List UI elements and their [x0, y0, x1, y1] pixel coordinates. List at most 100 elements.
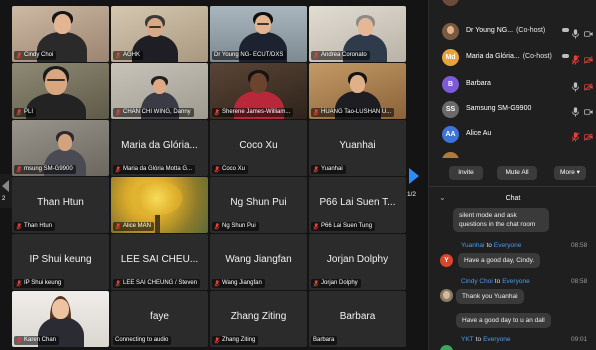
participant-name: Sherene James-William...	[222, 109, 291, 115]
participant-name-label: Maria da Glória Motta G...	[113, 165, 196, 174]
sender-name[interactable]: Yuanhai	[461, 242, 485, 249]
participant-tile[interactable]: Andrea Coronato	[309, 6, 406, 62]
participant-tile[interactable]: Zhang Ziting Zhang Ziting	[210, 291, 307, 347]
participant-row[interactable]: B Barbara	[429, 73, 596, 95]
participant-tile[interactable]: Karen Chan	[12, 291, 109, 347]
participant-display-name: LEE SAI CHEU...	[120, 254, 199, 265]
participant-tile[interactable]: Yuanhai Yuanhai	[309, 120, 406, 176]
camera-icon[interactable]	[584, 26, 593, 37]
sender-name[interactable]: YKT	[461, 336, 474, 343]
mute-all-button[interactable]: Mute All	[497, 166, 537, 180]
microphone-icon[interactable]	[571, 79, 580, 92]
participant-row[interactable]: AA Alice Au	[429, 123, 596, 145]
page-indicator: 1/2	[407, 191, 417, 198]
chat-message: Thank you Yuanhai	[456, 289, 524, 304]
participant-tile[interactable]: Ng Shun Pui Ng Shun Pui	[210, 177, 307, 233]
microphone-icon[interactable]	[571, 26, 580, 39]
mic-muted-icon	[214, 166, 220, 173]
participant-tile[interactable]: msung SM-G9900	[12, 120, 109, 176]
participant-tile[interactable]: Wang Jiangfan Wang Jiangfan	[210, 234, 307, 290]
participant-tile[interactable]: HUANG Tao-LUSHAN U...	[309, 63, 406, 119]
participant-tile[interactable]: Jorjan Dolphy Jorjan Dolphy	[309, 234, 406, 290]
person-head	[350, 75, 365, 93]
mic-muted-icon	[214, 280, 220, 287]
participant-name: Dr Young NG... (Co-host)	[466, 27, 546, 34]
participant-name-label: AGHK	[113, 51, 144, 60]
participant-name: AGHK	[123, 52, 141, 58]
participant-display-name: Maria da Glória...	[121, 140, 198, 151]
participant-tile[interactable]: LEE SAI CHEU... LEE SAI CHEUNG / Steven	[111, 234, 208, 290]
collapse-chat-icon[interactable]: ⌄	[439, 193, 446, 202]
participant-tile[interactable]: PLI	[12, 63, 109, 119]
mic-muted-icon	[313, 52, 319, 59]
avatar-photo	[443, 291, 450, 299]
avatar: AA	[442, 126, 459, 143]
sender-name[interactable]: Cindy Choi	[461, 278, 493, 285]
participant-name-label: Jorjan Dolphy	[311, 279, 361, 288]
participant-name-label: IP Shui keung	[14, 279, 65, 288]
to-text: to	[494, 278, 501, 285]
page-indicator: 2	[2, 196, 6, 202]
participant-name: Coco Xu	[222, 166, 246, 172]
avatar: Md	[442, 49, 459, 66]
participant-tile[interactable]: Than Htun Than Htun	[12, 177, 109, 233]
participant-tile[interactable]: faye Connecting to audio	[111, 291, 208, 347]
camera-icon[interactable]	[584, 104, 593, 115]
previous-page-button[interactable]: 2	[0, 174, 12, 208]
mic-muted-icon	[16, 223, 22, 230]
avatar	[442, 23, 459, 40]
participant-row[interactable]	[429, 0, 596, 8]
mic-muted-icon[interactable]	[571, 52, 580, 65]
participant-tile[interactable]: Cindy Choi	[12, 6, 109, 62]
participant-tile[interactable]: CHAN CHI WING, Danny	[111, 63, 208, 119]
participant-row[interactable]: Dr Young NG... (Co-host)	[429, 20, 596, 42]
participant-name: Than Htun	[24, 223, 53, 229]
participant-name: Barbara	[313, 337, 335, 343]
mic-muted-icon	[115, 109, 121, 116]
next-page-button[interactable]: 1/2	[404, 160, 426, 210]
mic-muted-icon	[16, 166, 22, 173]
avatar: Y	[440, 254, 453, 267]
camera-off-icon[interactable]	[584, 129, 593, 141]
mic-muted-icon	[115, 52, 121, 59]
microphone-icon[interactable]	[571, 104, 580, 117]
participant-tile[interactable]: Coco Xu Coco Xu	[210, 120, 307, 176]
chat-message: Have a good day, Cindy.	[458, 253, 541, 268]
participant-tile[interactable]: Alice MAN	[111, 177, 208, 233]
participant-name: Alice MAN	[123, 223, 152, 229]
participant-tile[interactable]: Maria da Glória... Maria da Glória Motta …	[111, 120, 208, 176]
participant-display-name: IP Shui keung	[29, 254, 92, 265]
participant-name-label: Wang Jiangfan	[212, 279, 265, 288]
participant-name: Zhang Ziting	[222, 337, 256, 343]
mic-muted-icon	[214, 109, 220, 116]
participant-name: Jorjan Dolphy	[321, 280, 358, 286]
invite-button[interactable]: Invite	[449, 166, 483, 180]
avatar: B	[442, 76, 459, 93]
participant-row[interactable]: SS Samsung SM-G9900	[429, 98, 596, 120]
chat-title: Chat	[505, 195, 521, 202]
mic-muted-icon	[214, 223, 220, 230]
participant-name: Maria da Glória Motta G...	[123, 166, 193, 172]
participant-row[interactable]: Md Maria da Glória... (Co-host)	[429, 46, 596, 68]
avatar	[442, 152, 459, 158]
participant-name: msung SM-G9900	[24, 166, 73, 172]
mic-muted-icon	[115, 223, 121, 230]
participant-name-label: Karen Chan	[14, 336, 60, 345]
mic-muted-icon[interactable]	[571, 129, 580, 142]
participant-row[interactable]	[429, 149, 596, 158]
participant-tile[interactable]: Dr Young NG- ECUT/DXS	[210, 6, 307, 62]
participant-name: Barbara	[466, 80, 491, 87]
participant-tile[interactable]: Sherene James-William...	[210, 63, 307, 119]
participant-tile[interactable]: Barbara Barbara	[309, 291, 406, 347]
person-head	[44, 69, 67, 95]
message-time: 09:01	[571, 336, 588, 343]
camera-off-icon[interactable]	[584, 79, 593, 91]
participant-tile[interactable]: IP Shui keung IP Shui keung	[12, 234, 109, 290]
camera-off-icon[interactable]	[584, 52, 593, 64]
participant-tile[interactable]: AGHK	[111, 6, 208, 62]
recipient-name: Everyone	[502, 278, 530, 285]
more-button[interactable]: More ▾	[554, 166, 586, 180]
participant-name: Wang Jiangfan	[222, 280, 262, 286]
participant-name: Yuanhai	[321, 166, 343, 172]
participant-tile[interactable]: P66 Lai Suen T... P66 Lai Suen Tung	[309, 177, 406, 233]
